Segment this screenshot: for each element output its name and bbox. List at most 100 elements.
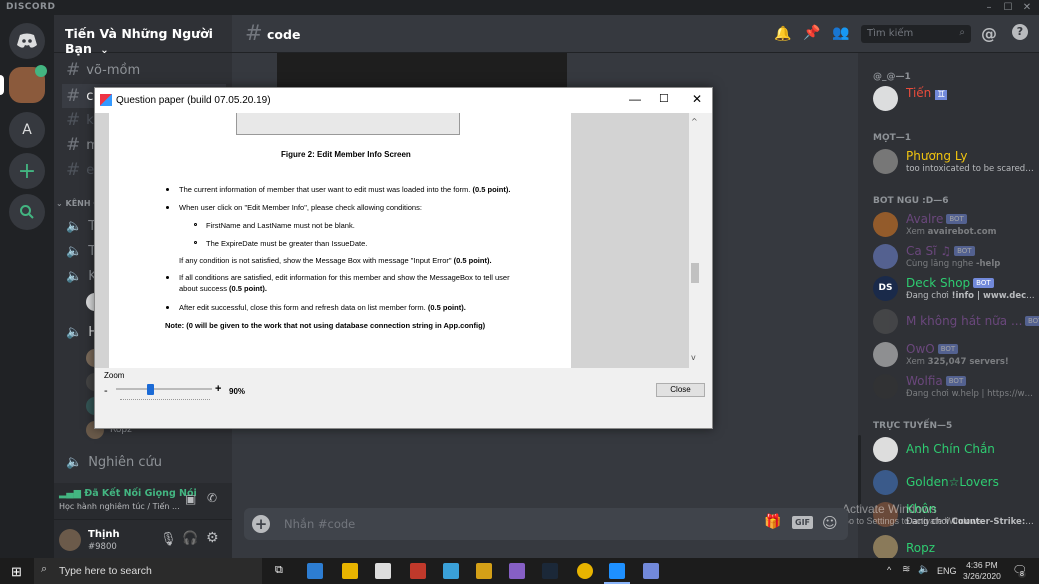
mail-app-icon[interactable] <box>307 563 323 579</box>
voice-channel[interactable]: 🔈 Nghiên cứu <box>62 450 226 474</box>
member-item[interactable]: DS Deck Shop BOT Đang chơi !info | www.de… <box>873 274 1039 304</box>
minimize-icon[interactable]: – <box>981 0 997 15</box>
server-header[interactable]: Tiến Và Những Người Bạn ⌄ <box>54 15 232 56</box>
document-viewer[interactable]: Figure 2: Edit Member Info Screen The cu… <box>95 113 701 368</box>
clock[interactable]: 4:36 PM 3/26/2020 <box>963 560 1001 582</box>
language-indicator[interactable]: ENG <box>937 566 957 576</box>
taskbar-search[interactable]: ⌕ Type here to search <box>34 558 262 584</box>
notification-count: 8 <box>1018 571 1026 578</box>
member-item[interactable]: Anh Chín Chắn <box>873 435 1039 465</box>
garena-icon[interactable] <box>410 563 426 579</box>
volume-icon[interactable]: 🔈 <box>918 564 930 575</box>
avatar <box>873 342 898 367</box>
windows-start-icon[interactable]: ⊞ <box>11 564 22 580</box>
note-text: Note: (0 will be given to the work that … <box>165 321 486 330</box>
message-composer: + Nhắn #code 🎁 GIF ☺ <box>244 508 848 540</box>
speaker-icon: 🔈 <box>66 268 83 284</box>
maximize-icon[interactable]: ☐ <box>659 92 669 105</box>
discord-taskbar-icon[interactable] <box>643 563 659 579</box>
microphone-icon[interactable]: 🎙 <box>160 532 177 547</box>
member-list-icon[interactable]: 👥 <box>832 25 849 41</box>
close-icon[interactable]: ✕ <box>692 92 702 106</box>
member-section-title: @_@—1 <box>873 72 911 82</box>
avatar[interactable] <box>59 529 81 551</box>
server-icon-active[interactable] <box>9 65 47 103</box>
wifi-icon[interactable]: ≋ <box>902 564 910 575</box>
member-list-scrollbar[interactable] <box>858 435 861 505</box>
home-button[interactable] <box>9 23 45 59</box>
avatar <box>873 149 898 174</box>
vertical-scrollbar[interactable]: ^ v <box>689 113 701 368</box>
app-icon[interactable] <box>375 563 391 579</box>
scrollbar-thumb[interactable] <box>691 263 699 283</box>
member-item[interactable]: Ca Sĩ ♫ BOT Cùng lắng nghe -help <box>873 242 1039 272</box>
close-button[interactable]: Close <box>656 383 705 397</box>
steam-icon[interactable] <box>542 563 558 579</box>
app-icon[interactable] <box>443 563 459 579</box>
voice-channel-path[interactable]: Học hành nghiêm túc / Tiến ... <box>59 502 180 511</box>
gift-icon[interactable]: 🎁 <box>764 514 781 530</box>
pin-icon[interactable]: 📌 <box>803 25 820 41</box>
zoom-value: 90% <box>229 387 246 396</box>
member-item[interactable]: Avalre BOT Xem avairebot.com <box>873 210 1039 240</box>
user-panel: Thịnh #9800 🎙 🎧 ⚙ <box>54 519 232 558</box>
add-server-icon[interactable]: + <box>9 153 45 189</box>
member-item[interactable]: Phương Ly too intoxicated to be scared U… <box>873 147 1039 177</box>
gif-icon[interactable]: GIF <box>792 516 814 529</box>
scroll-up-icon[interactable]: ^ <box>691 117 698 126</box>
channel-item[interactable]: # võ-mồm <box>62 58 226 82</box>
speaker-icon: 🔈 <box>66 218 83 234</box>
zoom-out-button[interactable]: - <box>104 385 108 397</box>
scroll-down-icon[interactable]: v <box>691 353 696 362</box>
dialog-title: Question paper (build 07.05.20.19) <box>116 95 271 106</box>
sub-bullet-icon <box>194 223 197 226</box>
member-item[interactable]: Tiến ♊ <box>873 84 1039 114</box>
headphones-icon[interactable]: 🎧 <box>182 531 198 546</box>
visual-studio-icon[interactable] <box>509 563 525 579</box>
gear-icon[interactable]: ⚙ <box>206 530 219 546</box>
question-paper-dialog: Question paper (build 07.05.20.19) — ☐ ✕… <box>94 87 713 429</box>
tray-chevron-icon[interactable]: ^ <box>887 565 891 575</box>
screen-share-icon[interactable]: ▣ <box>185 492 196 506</box>
dialog-titlebar[interactable]: Question paper (build 07.05.20.19) — ☐ ✕ <box>95 88 712 113</box>
member-item[interactable]: Golden☆Lovers <box>873 468 1039 498</box>
disconnect-icon[interactable]: ✆ <box>207 491 217 505</box>
question-paper-app-icon[interactable] <box>609 563 625 579</box>
help-icon[interactable]: ? <box>1012 24 1028 40</box>
member-item[interactable]: Wolfia BOT Đang chơi w.help | https://wo.… <box>873 372 1039 402</box>
mention-icon[interactable]: @ <box>981 24 997 43</box>
explore-servers-icon[interactable] <box>9 194 45 230</box>
member-item[interactable]: OwO BOT Xem 325,047 servers! <box>873 340 1039 370</box>
condition-text: The ExpireDate must be greater than Issu… <box>206 239 368 248</box>
bot-badge: BOT <box>973 278 994 288</box>
task-view-icon[interactable]: ⧉ <box>275 564 283 577</box>
chrome-icon[interactable] <box>577 563 593 579</box>
avatar <box>873 437 898 462</box>
file-explorer-icon[interactable] <box>342 563 358 579</box>
zoom-in-button[interactable]: + <box>215 383 221 395</box>
search-input[interactable]: Tìm kiếm ⌕ <box>861 25 971 43</box>
condition-text: FirstName and LastName must not be blank… <box>206 221 355 230</box>
server-icon-a[interactable]: A <box>9 112 45 148</box>
zoom-label: Zoom <box>104 371 125 380</box>
maximize-icon[interactable]: ☐ <box>1000 0 1016 15</box>
voice-connected-label[interactable]: ▂▄▆ Đã Kết Nối Giọng Nói <box>59 488 197 499</box>
hash-icon: # <box>66 110 81 130</box>
speaker-icon: 🔈 <box>66 454 83 470</box>
zoom-slider-track[interactable] <box>116 388 212 390</box>
windows-taskbar: ⊞ ⌕ Type here to search ⧉ ^ ≋ 🔈 ENG 4:36… <box>0 558 1039 584</box>
close-icon[interactable]: ✕ <box>1019 0 1035 15</box>
message-input[interactable]: Nhắn #code <box>284 517 355 531</box>
hash-icon: # <box>66 160 81 180</box>
zoom-slider-thumb[interactable] <box>147 384 155 395</box>
bullet-icon <box>166 276 169 279</box>
app-icon[interactable] <box>476 563 492 579</box>
upload-plus-icon[interactable]: + <box>252 515 270 533</box>
avatar <box>873 470 898 495</box>
minimize-icon[interactable]: — <box>629 92 641 106</box>
figure-image <box>236 113 460 135</box>
emoji-icon[interactable]: ☺ <box>822 514 838 532</box>
bell-icon[interactable]: 🔔 <box>774 26 791 42</box>
chat-image[interactable] <box>277 53 567 87</box>
member-item[interactable]: M không hát nữa ... BOT <box>873 307 1039 337</box>
